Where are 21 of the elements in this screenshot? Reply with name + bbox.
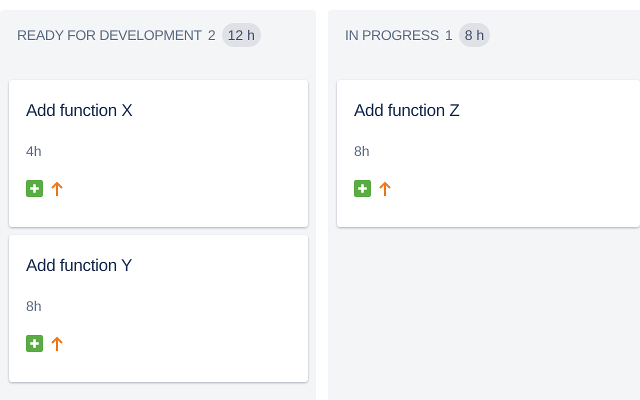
arrow-up-icon <box>51 336 63 352</box>
column-title: IN PROGRESS <box>345 27 439 43</box>
plus-icon <box>354 180 371 197</box>
estimate-badge: 12 h <box>222 23 261 47</box>
issue-count: 1 <box>444 27 453 43</box>
issue-estimate: 8h <box>354 142 371 160</box>
arrow-up-icon <box>51 180 63 196</box>
plus-icon <box>26 180 43 197</box>
issue-card[interactable]: Add function Z 8h <box>337 80 640 227</box>
issue-card[interactable]: Add function X 4h <box>9 80 308 227</box>
issue-count: 2 <box>208 27 216 43</box>
plus-icon <box>26 335 43 352</box>
estimate-badge: 8 h <box>458 23 490 47</box>
issue-title: Add function Y <box>26 255 134 277</box>
issue-title: Add function X <box>26 100 134 122</box>
issue-card[interactable]: Add function Y 8h <box>9 235 308 382</box>
arrow-up-icon <box>379 180 391 196</box>
issue-title: Add function Z <box>354 100 460 122</box>
issue-estimate: 4h <box>26 142 43 160</box>
issue-estimate: 8h <box>26 297 43 315</box>
column-title: READY FOR DEVELOPMENT <box>17 27 202 43</box>
